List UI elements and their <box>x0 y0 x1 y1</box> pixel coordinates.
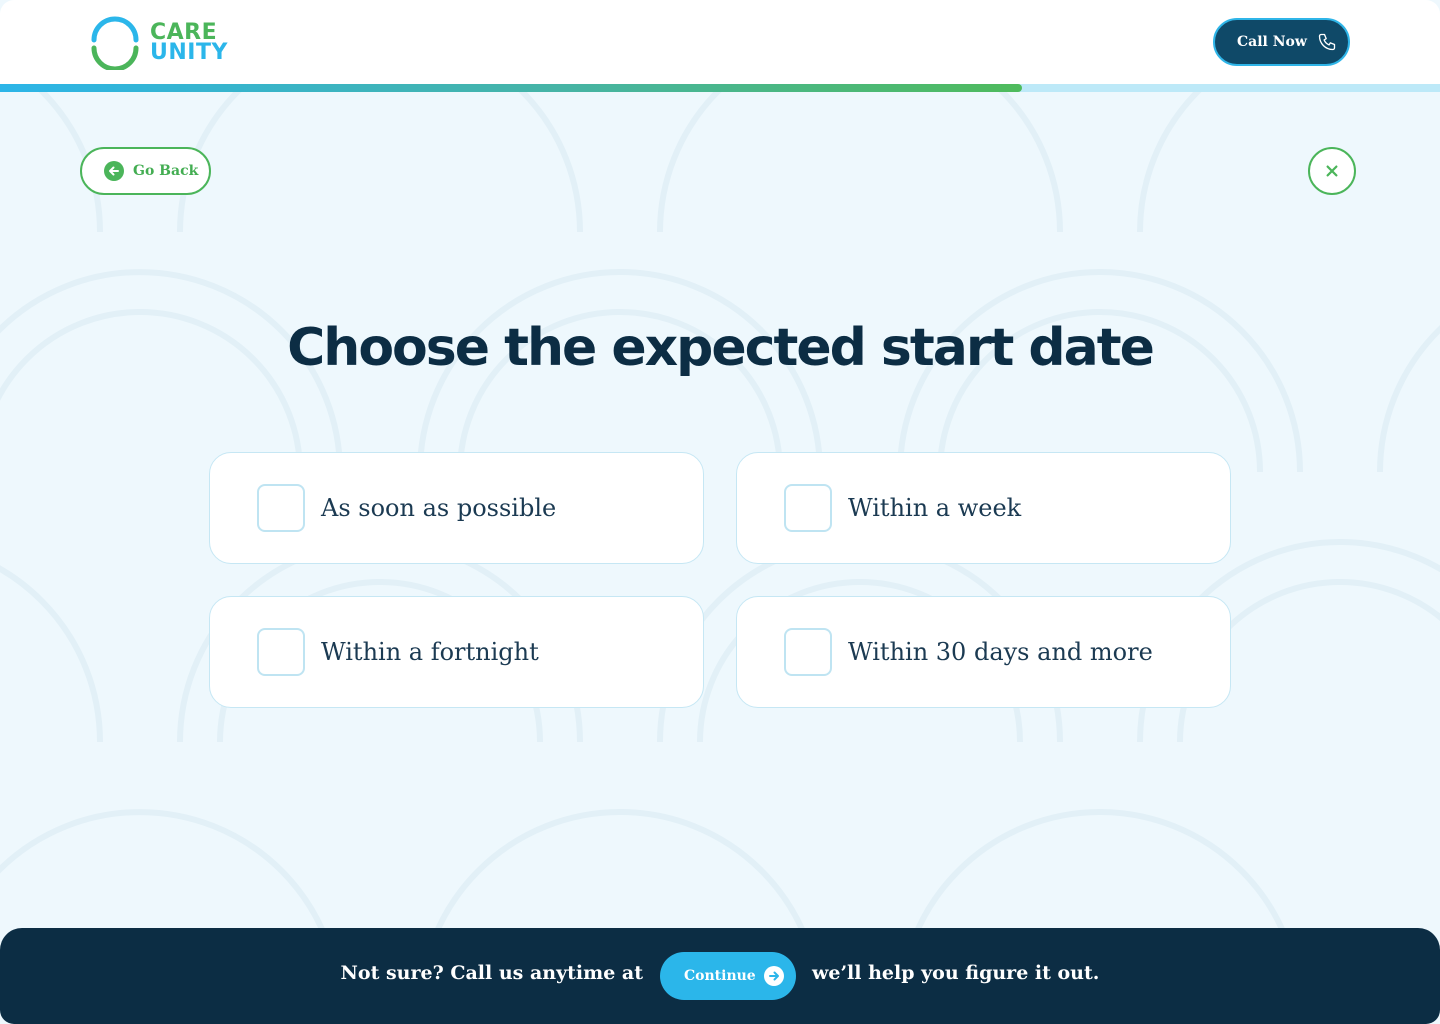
close-icon <box>1326 165 1338 177</box>
go-back-button[interactable]: Go Back <box>80 147 211 195</box>
option-label: Within a fortnight <box>321 638 539 666</box>
go-back-label: Go Back <box>133 163 199 179</box>
option-checkbox[interactable] <box>257 628 305 676</box>
progress-bar <box>0 84 1440 92</box>
logo-ring-icon <box>91 16 139 70</box>
footer-text-after: we’ll help you figure it out. <box>812 962 1100 984</box>
option-card-30-days[interactable]: Within 30 days and more <box>736 596 1231 708</box>
footer-text-before: Not sure? Call us anytime at <box>340 962 643 984</box>
logo-word-unity: UNITY <box>150 40 228 65</box>
option-card-fortnight[interactable]: Within a fortnight <box>209 596 704 708</box>
call-now-label: Call Now <box>1237 34 1307 50</box>
close-button[interactable] <box>1308 147 1356 195</box>
arrow-left-icon <box>104 161 124 181</box>
site-header: CARE UNITY Call Now <box>0 0 1440 84</box>
option-card-asap[interactable]: As soon as possible <box>209 452 704 564</box>
phone-icon <box>1318 33 1336 51</box>
arrow-right-icon <box>763 966 784 986</box>
option-checkbox[interactable] <box>257 484 305 532</box>
call-now-button[interactable]: Call Now <box>1213 18 1350 66</box>
care-unity-logo[interactable]: CARE UNITY <box>88 16 238 70</box>
option-label: Within a week <box>848 494 1022 522</box>
page-title: Choose the expected start date <box>287 318 1155 378</box>
option-card-week[interactable]: Within a week <box>736 452 1231 564</box>
help-footer: Not sure? Call us anytime at Continue we… <box>0 928 1440 1024</box>
option-checkbox[interactable] <box>784 628 832 676</box>
continue-button[interactable]: Continue <box>660 952 796 1000</box>
option-label: Within 30 days and more <box>848 638 1153 666</box>
option-checkbox[interactable] <box>784 484 832 532</box>
option-label: As soon as possible <box>321 494 557 522</box>
progress-fill <box>0 84 1023 92</box>
continue-label: Continue <box>684 968 756 984</box>
